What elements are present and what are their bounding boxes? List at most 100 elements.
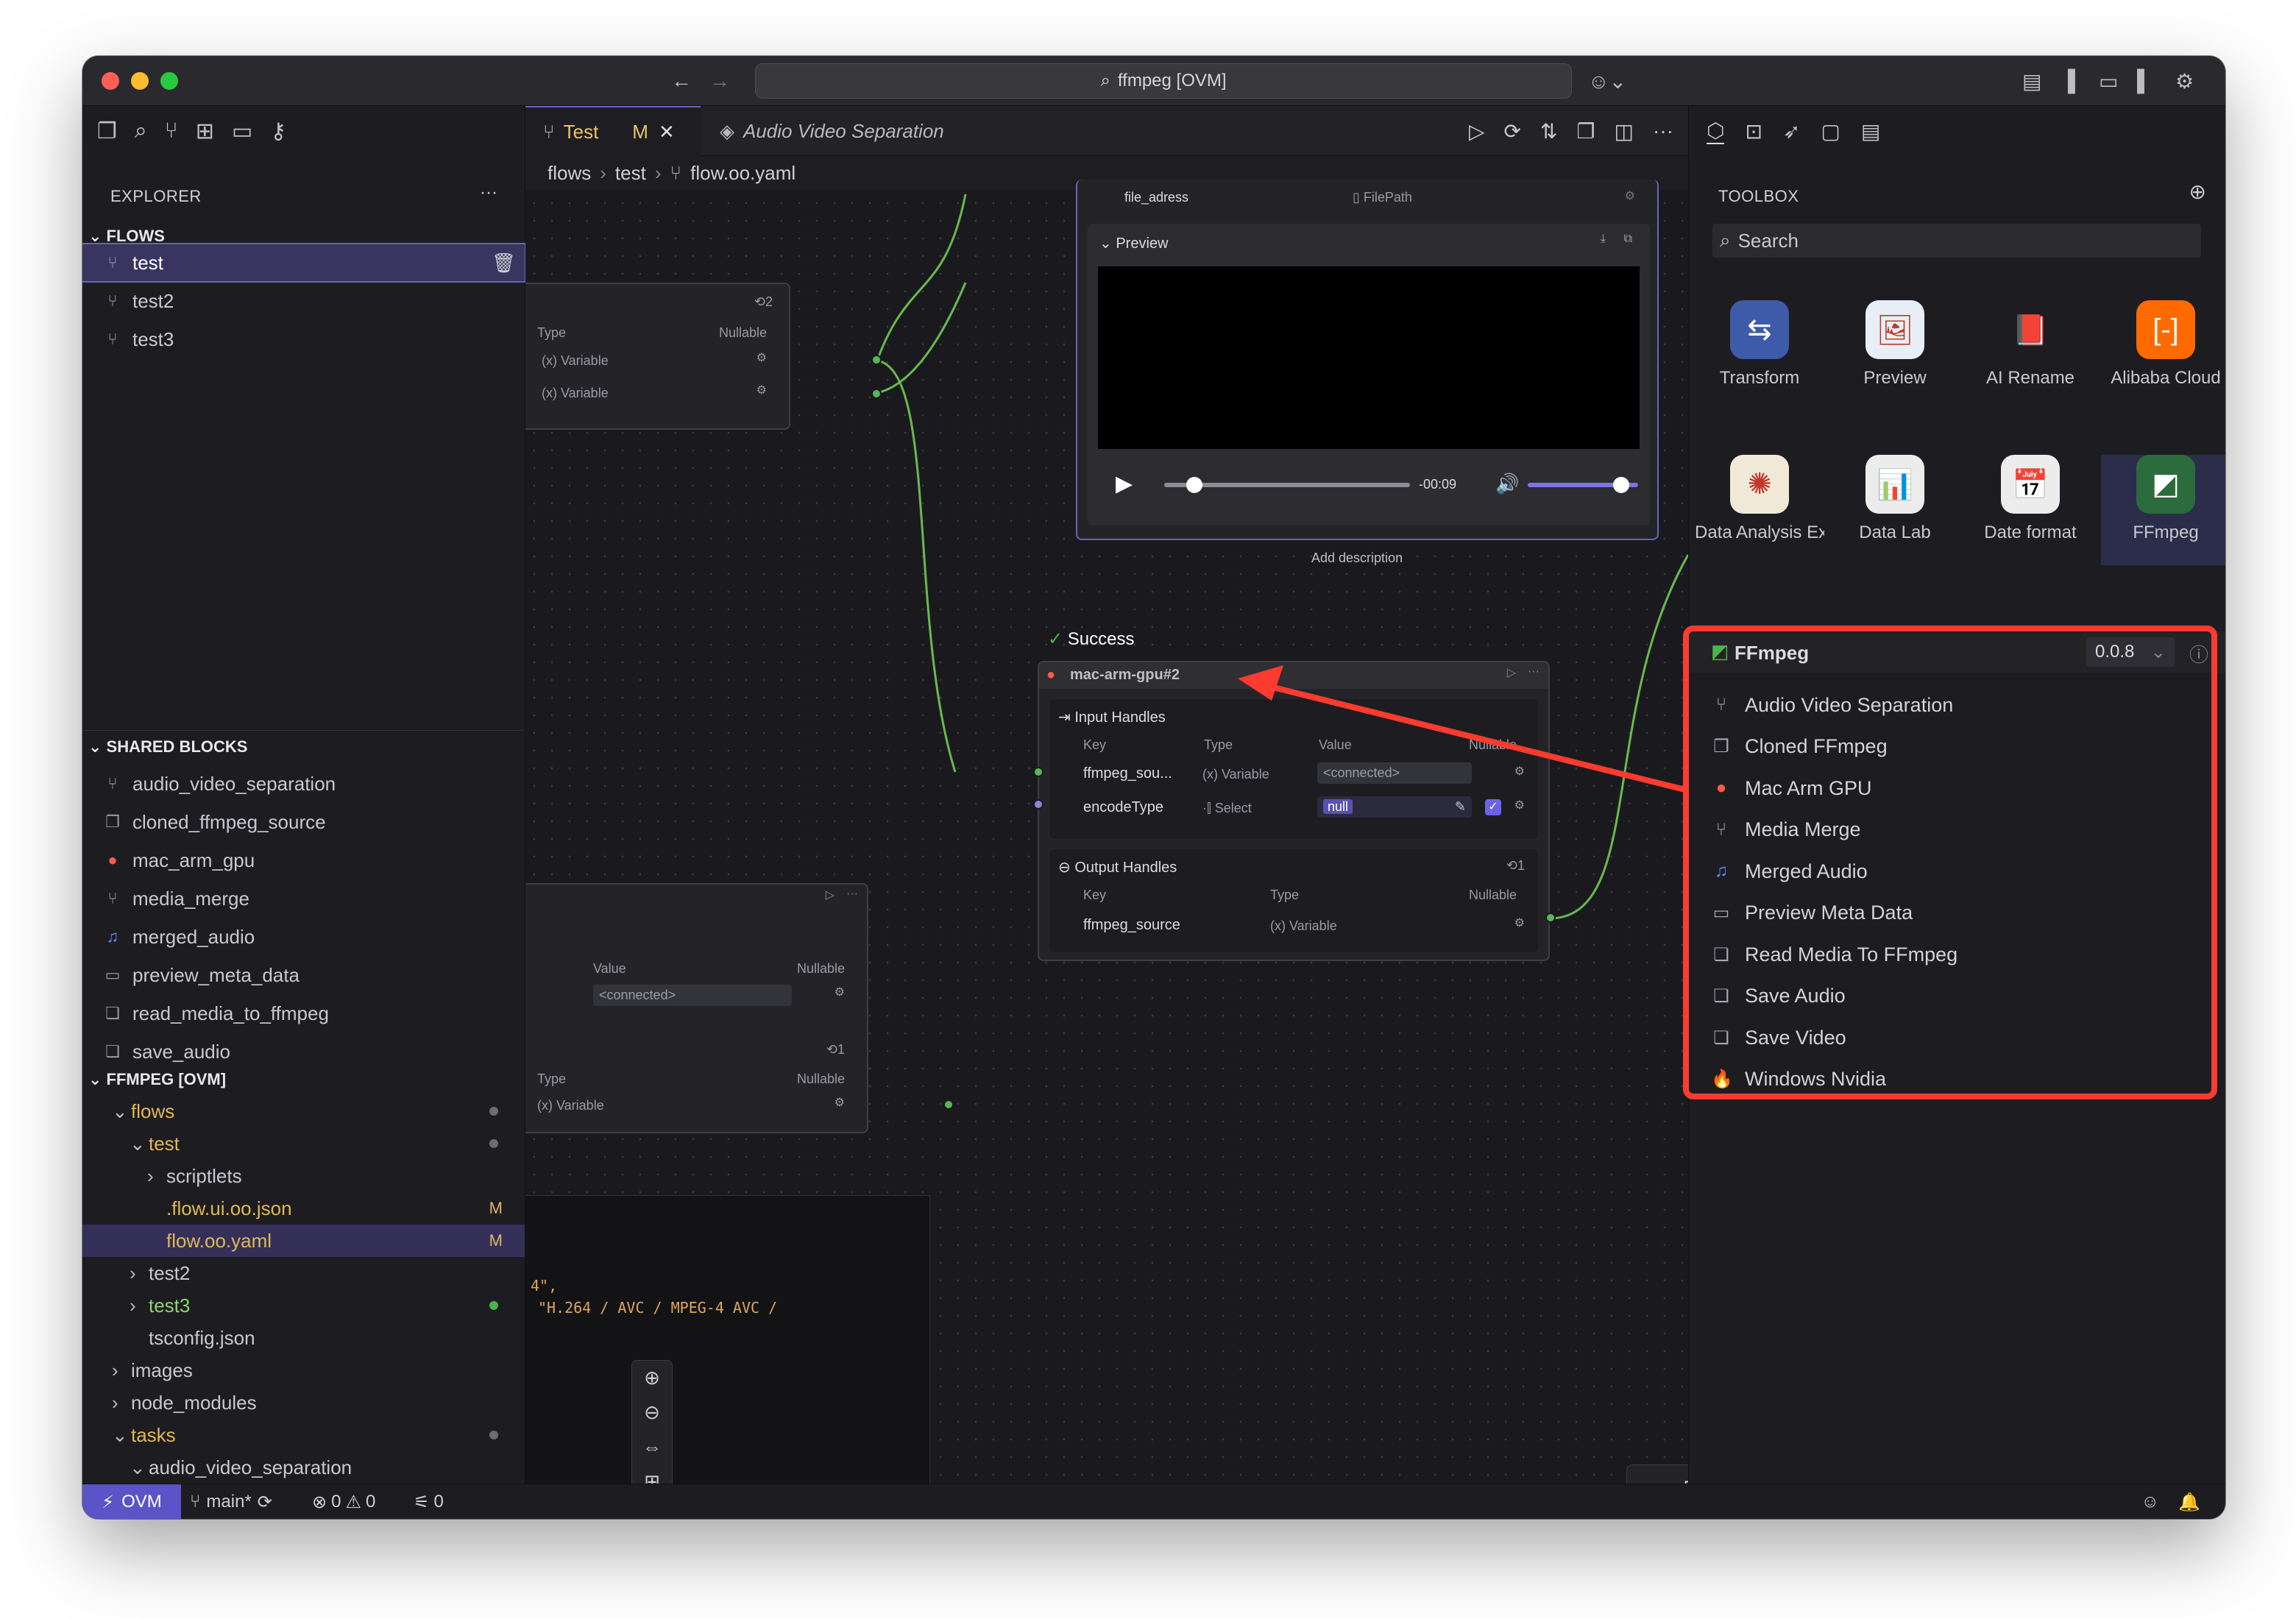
- flow-item-test2[interactable]: ⑂ test2: [82, 283, 525, 319]
- tree-item[interactable]: › images: [82, 1354, 525, 1386]
- chevron-down-icon: ⌄: [130, 1132, 146, 1155]
- tree-item[interactable]: ⌄ audio_video_separation: [82, 1451, 525, 1484]
- flow-item-test3[interactable]: ⑂ test3: [82, 321, 525, 358]
- tree-item[interactable]: ⌄ test: [82, 1127, 525, 1160]
- back-arrow-icon[interactable]: ←: [671, 69, 692, 93]
- zoom-window-button[interactable]: [160, 72, 178, 90]
- tree-item[interactable]: ⌄ tasks: [82, 1419, 525, 1451]
- tree-item-label: test: [149, 1132, 180, 1155]
- cube-icon[interactable]: ⬡: [1707, 118, 1725, 144]
- flow-item-label: test: [132, 251, 163, 274]
- gear-icon[interactable]: ⚙: [2175, 69, 2194, 93]
- chat-icon[interactable]: ▢: [1821, 119, 1840, 144]
- bell-icon[interactable]: 🔔: [2178, 1492, 2200, 1513]
- toolbox-tile[interactable]: 🖼 Preview: [1830, 300, 1960, 411]
- command-center[interactable]: ⌕ ffmpeg [OVM]: [755, 63, 1572, 99]
- key-icon[interactable]: ⚷: [270, 118, 286, 144]
- extensions-icon[interactable]: ⊞: [196, 118, 214, 144]
- shared-block-item[interactable]: ⑂ media_merge: [82, 880, 525, 917]
- shared-block-item[interactable]: ❏ save_audio: [82, 1033, 525, 1070]
- status-dot: [489, 1139, 498, 1148]
- sync-icon[interactable]: ⟳: [258, 1492, 272, 1513]
- branch-indicator[interactable]: ⑂ main* ⟳: [190, 1492, 272, 1513]
- copilot-icon[interactable]: ☺⌄: [1588, 69, 1626, 93]
- files-icon[interactable]: ❐: [97, 118, 117, 144]
- copilot-icon[interactable]: ☺: [2141, 1492, 2159, 1512]
- trash-icon[interactable]: 🗑: [492, 252, 516, 274]
- shared-block-item[interactable]: ❏ read_media_to_ffmpeg: [82, 995, 525, 1032]
- source-control-icon[interactable]: ⑂: [165, 118, 178, 144]
- chevron-right-icon: ›: [112, 1358, 118, 1381]
- shared-block-label: read_media_to_ffmpeg: [132, 1002, 329, 1024]
- tree-item[interactable]: › scriptlets: [82, 1160, 525, 1192]
- toolbox-tile[interactable]: 📊 Data Lab: [1830, 455, 1960, 565]
- layout-icon[interactable]: ▤: [2022, 69, 2041, 93]
- toolbox-tile[interactable]: [-] Alibaba Cloud: [2101, 300, 2225, 411]
- ports-indicator[interactable]: ⚟ 0: [414, 1492, 444, 1513]
- tree-item[interactable]: › test2: [82, 1257, 525, 1289]
- shared-blocks-header[interactable]: ⌄ SHARED BLOCKS: [88, 737, 247, 757]
- folder-icon[interactable]: ▭: [232, 118, 252, 144]
- package-icon[interactable]: ⊡: [1745, 119, 1762, 144]
- toggle-secondary-sidebar-icon[interactable]: ▌: [2137, 69, 2152, 93]
- explorer-more-button[interactable]: ···: [480, 183, 497, 203]
- search-icon: ⌕: [1100, 71, 1110, 91]
- problems-indicator[interactable]: ⊗ 0 ⚠ 0: [312, 1492, 375, 1513]
- flow-item-test[interactable]: ⑂ test 🗑: [82, 243, 526, 283]
- tree-item[interactable]: .flow.ui.oo.json M: [82, 1192, 525, 1225]
- chevron-right-icon: ›: [130, 1261, 136, 1284]
- toolbox-tile[interactable]: ✺ Data Analysis Examples: [1695, 455, 1824, 565]
- toolbox-tile[interactable]: ◩ FFmpeg: [2101, 455, 2225, 565]
- tree-item-label: tsconfig.json: [149, 1326, 255, 1349]
- tree-item[interactable]: flow.oo.yaml M: [82, 1225, 525, 1257]
- shared-block-item[interactable]: ❐ cloned_ffmpeg_source: [82, 804, 525, 840]
- card-icon: ▭: [104, 966, 121, 984]
- status-dot: [489, 1301, 498, 1310]
- flow-icon: ⑂: [107, 330, 118, 348]
- rocket-icon[interactable]: ➶: [1783, 119, 1800, 144]
- toolbox-search[interactable]: ⌕ Search: [1712, 224, 2201, 258]
- chart-icon: ✺: [1730, 455, 1789, 514]
- flows-section-header[interactable]: ⌄ FLOWS: [88, 227, 165, 246]
- remote-indicator[interactable]: ⚡ OVM: [82, 1484, 181, 1519]
- toolbox-tile[interactable]: ⇆ Transform: [1695, 300, 1824, 411]
- cloud-icon: [-]: [2136, 300, 2195, 359]
- command-center-label: ffmpeg [OVM]: [1117, 71, 1227, 91]
- toolbox-tile[interactable]: 📕 AI Rename: [1966, 300, 2095, 411]
- warning-icon: ⚠: [345, 1492, 361, 1512]
- search-icon[interactable]: ⌕: [135, 118, 147, 144]
- tree-item[interactable]: › test3: [82, 1289, 525, 1322]
- new-file-icon[interactable]: ⊕: [2189, 180, 2206, 204]
- close-window-button[interactable]: [102, 72, 119, 90]
- tile-label: Date format: [1984, 522, 2077, 542]
- toggle-panel-icon[interactable]: ▭: [2099, 69, 2118, 93]
- forward-arrow-icon[interactable]: →: [709, 69, 730, 93]
- minimize-window-button[interactable]: [131, 72, 149, 90]
- tile-label: Transform: [1719, 368, 1800, 388]
- shared-block-item[interactable]: ▭ preview_meta_data: [82, 957, 525, 993]
- tree-item-label: tasks: [131, 1423, 176, 1446]
- shared-block-label: preview_meta_data: [132, 963, 300, 986]
- tree-item-label: .flow.ui.oo.json: [166, 1197, 292, 1219]
- tree-item[interactable]: › node_modules: [82, 1386, 525, 1419]
- toolbox-tile[interactable]: 📅 Date format: [1966, 455, 2095, 565]
- shared-block-item[interactable]: ⑂ audio_video_separation: [82, 765, 525, 802]
- remote-label: OVM: [121, 1492, 162, 1512]
- tree-item[interactable]: ⌄ flows: [82, 1095, 525, 1127]
- project-header[interactable]: ⌄ FFMPEG [OVM]: [88, 1070, 226, 1089]
- search-icon: ⌕: [1720, 229, 1731, 251]
- panel-tabs: ⬡ ⊡ ➶ ▢ ▤: [1689, 106, 2225, 156]
- shared-block-label: mac_arm_gpu: [132, 849, 255, 871]
- notes-icon[interactable]: ▤: [1861, 119, 1880, 144]
- explorer-title: EXPLORER: [110, 187, 202, 205]
- tree-item-label: audio_video_separation: [149, 1456, 352, 1478]
- flow-editor[interactable]: ⑂ Test M ✕ ◈ Audio Video Separation ▷ ⟳ …: [525, 106, 1688, 1484]
- shared-block-item[interactable]: ♫ merged_audio: [82, 918, 525, 955]
- branch-label: main*: [206, 1492, 252, 1512]
- tree-item[interactable]: tsconfig.json: [82, 1322, 525, 1354]
- toggle-sidebar-icon[interactable]: ▐: [2061, 69, 2075, 93]
- flow-icon: ⑂: [107, 253, 118, 272]
- status-dot: [489, 1107, 498, 1116]
- shared-block-item[interactable]: ● mac_arm_gpu: [82, 842, 525, 879]
- remote-icon: ⚡: [102, 1492, 115, 1512]
